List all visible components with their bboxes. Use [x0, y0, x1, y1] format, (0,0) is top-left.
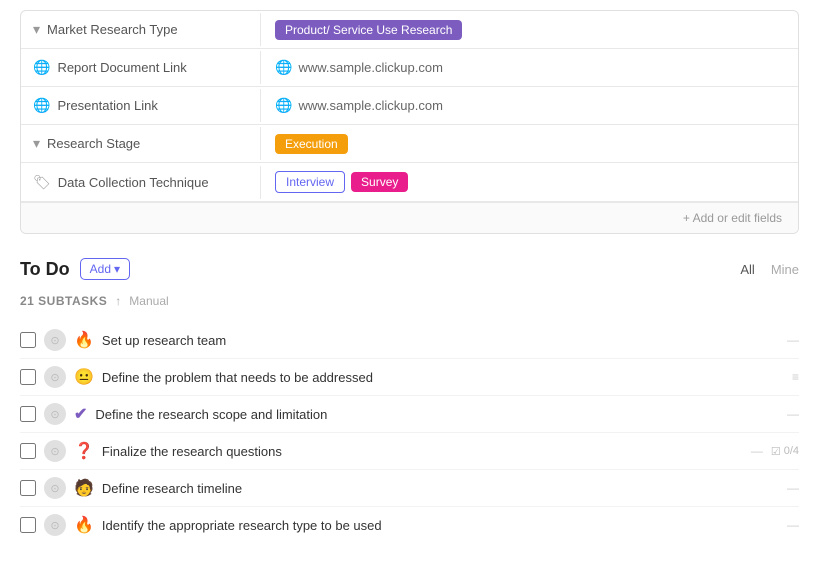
- task-dash-6: —: [787, 518, 799, 532]
- person-icon: ⊙: [50, 519, 59, 532]
- field-value-presentation-link: 🌐 www.sample.clickup.com: [261, 89, 798, 122]
- globe-icon-2: 🌐: [33, 97, 50, 114]
- task-emoji-4: ❓: [74, 441, 94, 461]
- todo-section: To Do Add ▾ All Mine 21 SUBTASKS ↑ Manua…: [20, 258, 799, 543]
- todo-header: To Do Add ▾ All Mine: [20, 258, 799, 280]
- field-value-market-research-type: Product/ Service Use Research: [261, 12, 798, 48]
- tag-icon: 🏷: [33, 174, 51, 191]
- task-row: ⊙ 😐 Define the problem that needs to be …: [20, 359, 799, 396]
- manual-label[interactable]: Manual: [129, 294, 168, 308]
- task-avatar-4: ⊙: [44, 440, 66, 462]
- task-dash-4: —: [751, 444, 763, 458]
- task-name-1[interactable]: Set up research team: [102, 333, 779, 348]
- link-globe-icon-2: 🌐: [275, 97, 292, 114]
- field-row-report-document-link: 🌐 Report Document Link 🌐 www.sample.clic…: [21, 49, 798, 87]
- field-row-presentation-link: 🌐 Presentation Link 🌐 www.sample.clickup…: [21, 87, 798, 125]
- task-avatar-2: ⊙: [44, 366, 66, 388]
- task-checkbox-3[interactable]: [20, 406, 36, 422]
- todo-title: To Do: [20, 259, 70, 280]
- subtasks-bar: 21 SUBTASKS ↑ Manual: [20, 290, 799, 312]
- task-row: ⊙ 🔥 Identify the appropriate research ty…: [20, 507, 799, 543]
- link-globe-icon: 🌐: [275, 59, 292, 76]
- task-emoji-6: 🔥: [74, 515, 94, 535]
- person-icon: ⊙: [50, 445, 59, 458]
- add-fields-row: + Add or edit fields: [21, 202, 798, 233]
- task-row: ⊙ 🧑 Define research timeline —: [20, 470, 799, 507]
- task-avatar-1: ⊙: [44, 329, 66, 351]
- task-dash-5: —: [787, 481, 799, 495]
- sort-icon: ↑: [115, 294, 121, 308]
- task-checkbox-6[interactable]: [20, 517, 36, 533]
- field-value-data-collection-technique: Interview Survey: [261, 163, 798, 201]
- chevron-down-icon: ▾: [114, 262, 120, 276]
- task-name-6[interactable]: Identify the appropriate research type t…: [102, 518, 779, 533]
- task-checkbox-5[interactable]: [20, 480, 36, 496]
- task-avatar-6: ⊙: [44, 514, 66, 536]
- task-emoji-1: 🔥: [74, 330, 94, 350]
- field-row-market-research-type: ▾ Market Research Type Product/ Service …: [21, 11, 798, 49]
- task-checkbox-4[interactable]: [20, 443, 36, 459]
- subtasks-count: 21 SUBTASKS: [20, 294, 107, 308]
- task-row: ⊙ ❓ Finalize the research questions — ☑ …: [20, 433, 799, 470]
- task-dash-3: —: [787, 407, 799, 421]
- dropdown-icon-2: ▾: [33, 135, 40, 152]
- task-list: ⊙ 🔥 Set up research team — ⊙ 😐 Define th…: [20, 322, 799, 543]
- task-row: ⊙ 🔥 Set up research team —: [20, 322, 799, 359]
- globe-icon: 🌐: [33, 59, 50, 76]
- checklist-icon: ☑: [771, 445, 781, 458]
- fields-table: ▾ Market Research Type Product/ Service …: [20, 10, 799, 234]
- field-label-data-collection-technique: 🏷 Data Collection Technique: [21, 166, 261, 199]
- add-edit-fields-button[interactable]: + Add or edit fields: [679, 209, 786, 227]
- todo-filter: All Mine: [740, 262, 799, 277]
- task-avatar-5: ⊙: [44, 477, 66, 499]
- field-label-market-research-type: ▾ Market Research Type: [21, 13, 261, 46]
- field-label-presentation-link: 🌐 Presentation Link: [21, 89, 261, 122]
- filter-mine[interactable]: Mine: [771, 262, 799, 277]
- filter-all[interactable]: All: [740, 262, 754, 277]
- field-label-research-stage: ▾ Research Stage: [21, 127, 261, 160]
- task-dash-2: ≡: [792, 370, 799, 384]
- task-dash-1: —: [787, 333, 799, 347]
- task-emoji-5: 🧑: [74, 478, 94, 498]
- task-checkbox-1[interactable]: [20, 332, 36, 348]
- field-value-research-stage: Execution: [261, 126, 798, 162]
- field-label-report-document-link: 🌐 Report Document Link: [21, 51, 261, 84]
- person-icon: ⊙: [50, 482, 59, 495]
- badge-interview[interactable]: Interview: [275, 171, 345, 193]
- task-row: ⊙ ✔ Define the research scope and limita…: [20, 396, 799, 433]
- task-name-2[interactable]: Define the problem that needs to be addr…: [102, 370, 784, 385]
- task-emoji-3: ✔: [74, 404, 87, 424]
- todo-left: To Do Add ▾: [20, 258, 130, 280]
- task-name-3[interactable]: Define the research scope and limitation: [95, 407, 779, 422]
- person-icon: ⊙: [50, 334, 59, 347]
- field-value-report-document-link: 🌐 www.sample.clickup.com: [261, 51, 798, 84]
- task-emoji-2: 😐: [74, 367, 94, 387]
- person-icon: ⊙: [50, 371, 59, 384]
- badge-product-service[interactable]: Product/ Service Use Research: [275, 20, 462, 40]
- badge-survey[interactable]: Survey: [351, 172, 408, 192]
- add-button[interactable]: Add ▾: [80, 258, 130, 280]
- checklist-badge-4: ☑ 0/4: [771, 445, 799, 458]
- badge-execution[interactable]: Execution: [275, 134, 348, 154]
- task-avatar-3: ⊙: [44, 403, 66, 425]
- field-row-data-collection-technique: 🏷 Data Collection Technique Interview Su…: [21, 163, 798, 202]
- task-checkbox-2[interactable]: [20, 369, 36, 385]
- task-name-4[interactable]: Finalize the research questions: [102, 444, 743, 459]
- dropdown-icon: ▾: [33, 21, 40, 38]
- field-row-research-stage: ▾ Research Stage Execution: [21, 125, 798, 163]
- person-icon: ⊙: [50, 408, 59, 421]
- task-name-5[interactable]: Define research timeline: [102, 481, 779, 496]
